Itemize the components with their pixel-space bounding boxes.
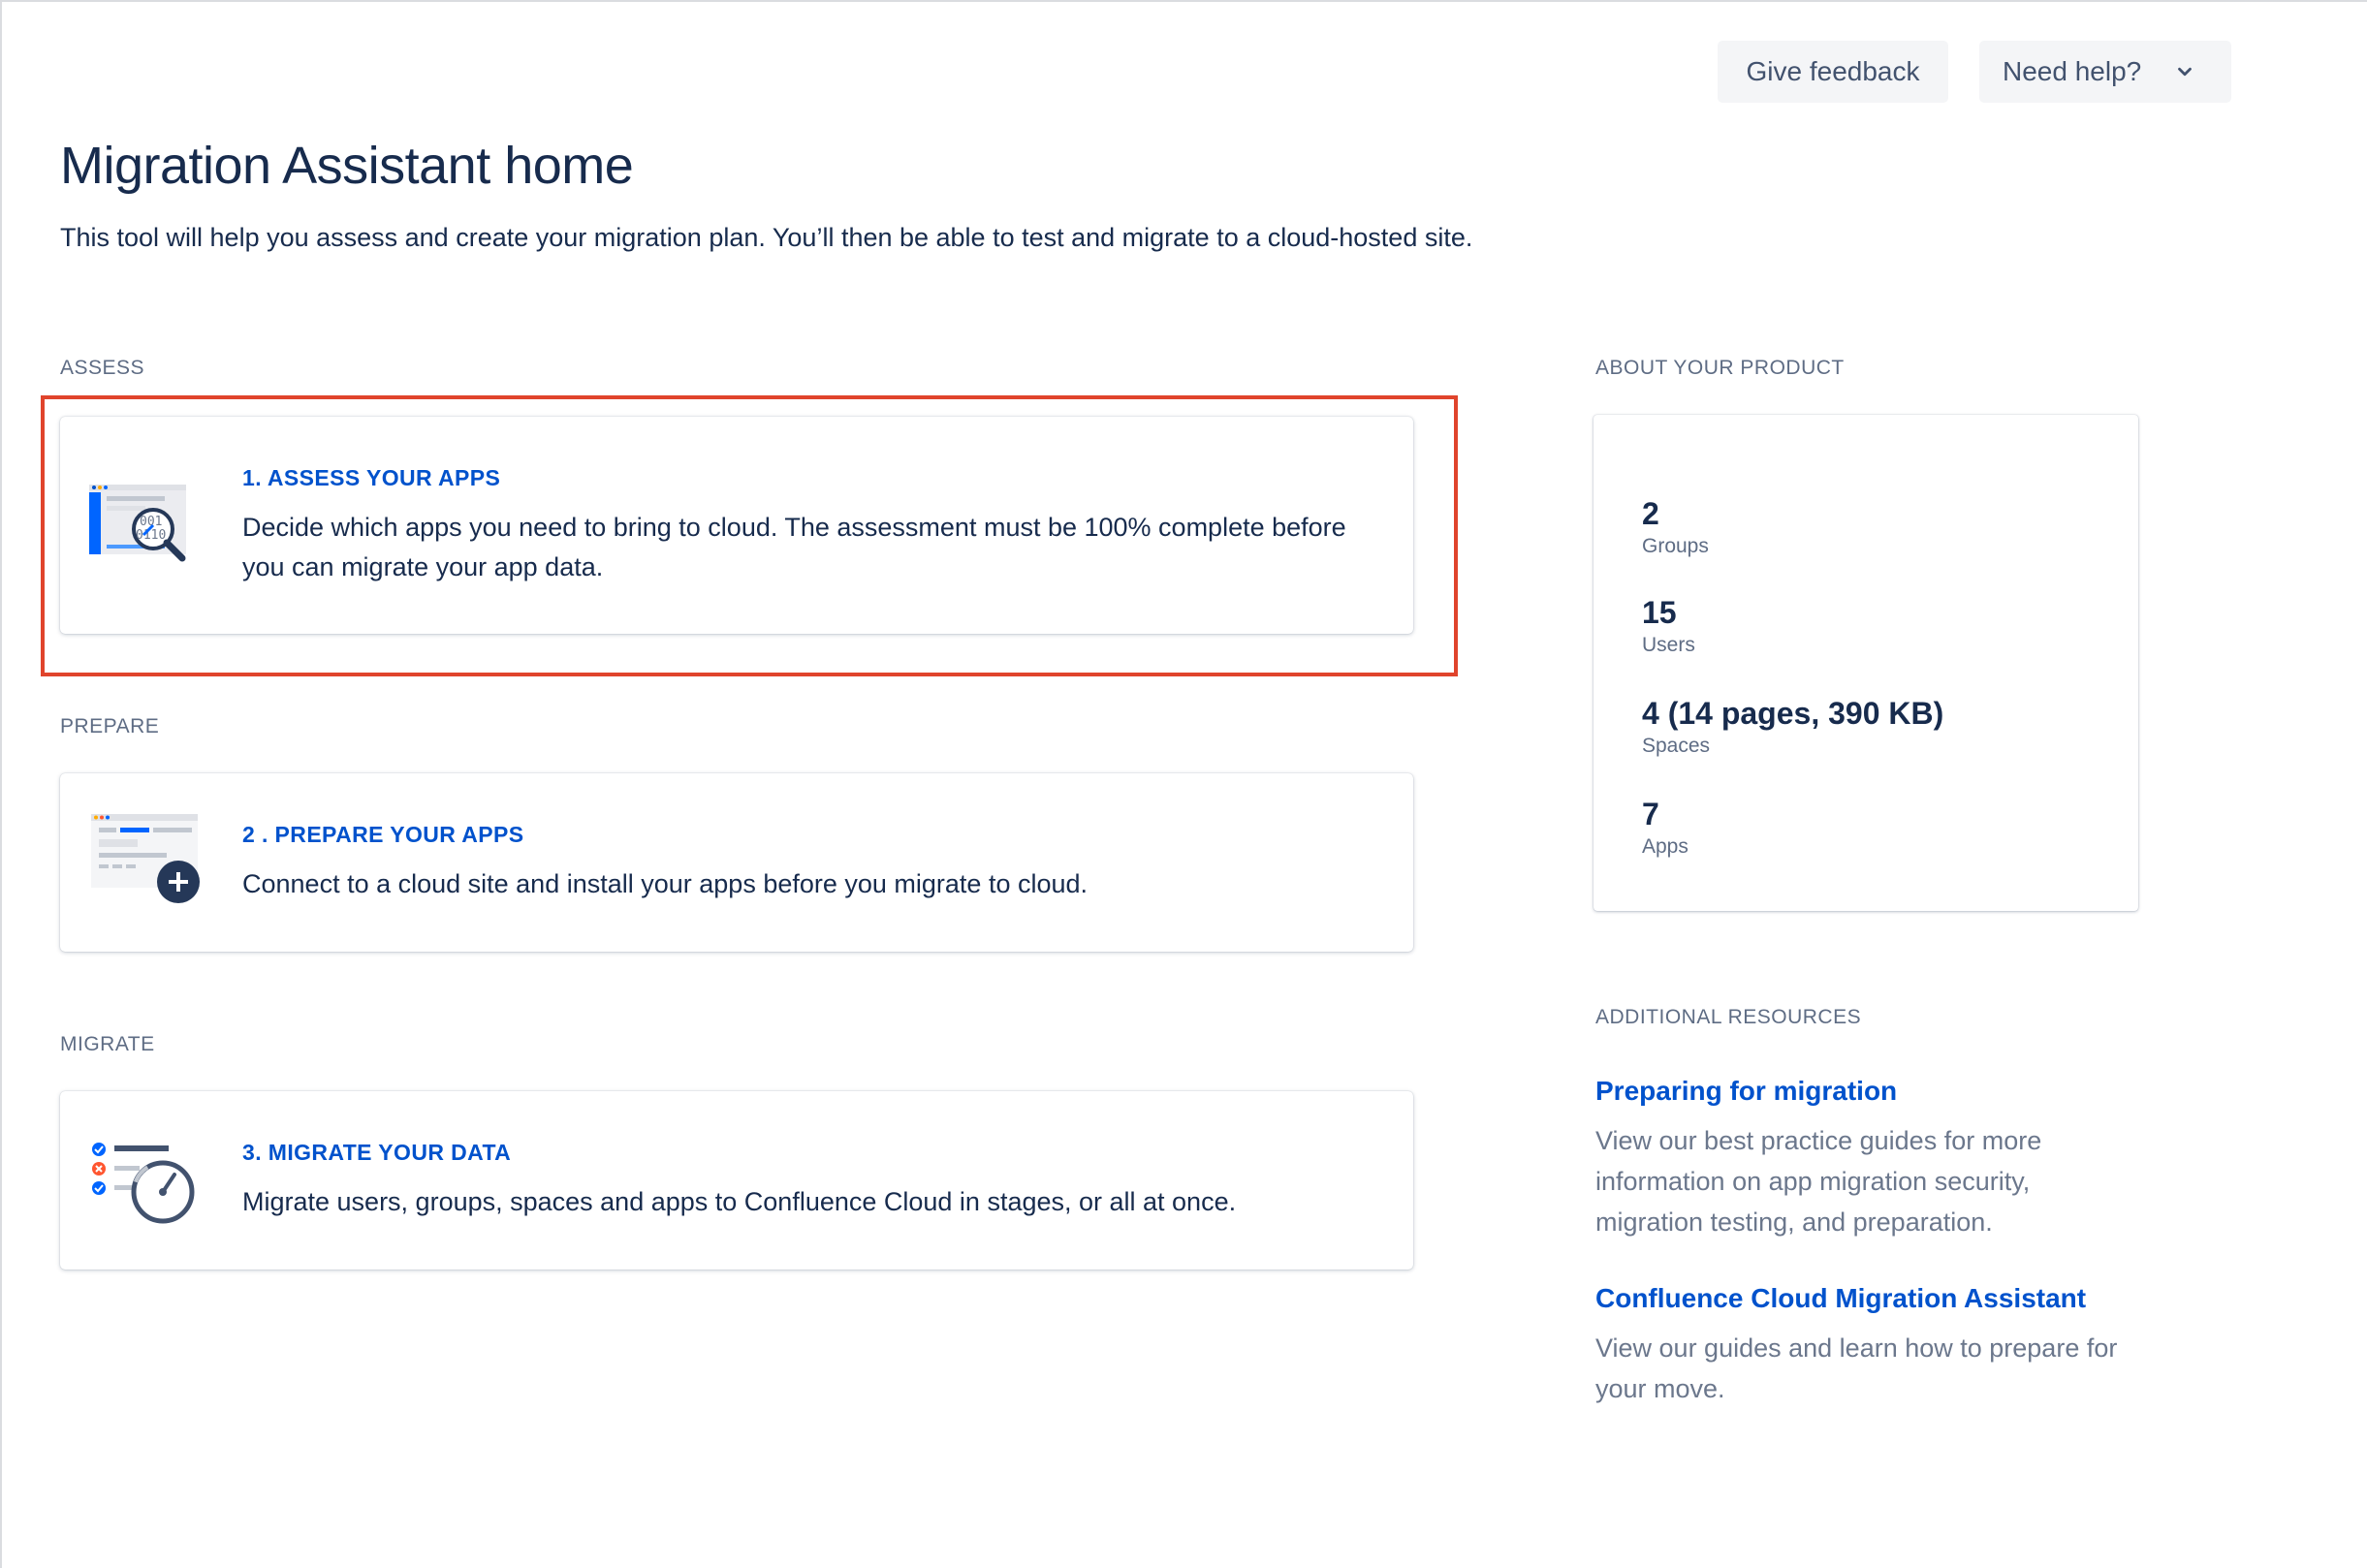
section-label-resources: ADDITIONAL RESOURCES — [1595, 1006, 1862, 1028]
resource-description: View our guides and learn how to prepare… — [1595, 1333, 2118, 1403]
stat-value: 4 (14 pages, 390 KB) — [1642, 696, 1944, 731]
product-stats-card: 2 Groups 15 Users 4 (14 pages, 390 KB) S… — [1594, 415, 2138, 911]
assess-apps-card[interactable]: 001 0110 1. ASSESS YOUR APPS Decide whic… — [60, 417, 1413, 634]
section-label-about: ABOUT YOUR PRODUCT — [1595, 357, 1845, 379]
stat-label: Groups — [1642, 535, 1709, 557]
page-description: This tool will help you assess and creat… — [60, 223, 1473, 252]
svg-text:0110: 0110 — [136, 528, 166, 543]
card-description: Migrate users, groups, spaces and apps t… — [242, 1187, 1237, 1216]
card-title[interactable]: 2 . PREPARE YOUR APPS — [242, 822, 523, 848]
give-feedback-button[interactable]: Give feedback — [1718, 41, 1948, 103]
section-label-prepare: PREPARE — [60, 715, 160, 737]
chevron-down-icon — [2178, 67, 2193, 77]
need-help-label: Need help? — [2003, 56, 2142, 86]
page-title: Migration Assistant home — [60, 137, 634, 195]
stat-label: Spaces — [1642, 735, 1711, 757]
stat-label: Apps — [1642, 835, 1688, 858]
prepare-apps-card[interactable]: 2 . PREPARE YOUR APPS Connect to a cloud… — [60, 773, 1413, 952]
add-app-icon — [91, 814, 200, 903]
stat-label: Users — [1642, 634, 1695, 656]
card-title[interactable]: 3. MIGRATE YOUR DATA — [242, 1140, 511, 1166]
card-title[interactable]: 1. ASSESS YOUR APPS — [242, 465, 500, 491]
card-description: Connect to a cloud site and install your… — [242, 869, 1089, 898]
stat-value: 2 — [1642, 496, 1659, 531]
checklist-gauge-icon — [92, 1143, 195, 1224]
section-label-migrate: MIGRATE — [60, 1033, 155, 1055]
need-help-button[interactable]: Need help? — [1979, 41, 2231, 103]
stat-value: 15 — [1642, 595, 1677, 630]
migrate-data-card[interactable]: 3. MIGRATE YOUR DATA Migrate users, grou… — [60, 1091, 1413, 1270]
magnifier-report-icon: 001 0110 — [89, 485, 186, 562]
stat-value: 7 — [1642, 797, 1659, 831]
resource-description: View our best practice guides for more i… — [1595, 1126, 2042, 1237]
section-label-assess: ASSESS — [60, 357, 145, 379]
card-description: Decide which apps you need to bring to c… — [242, 513, 1346, 581]
preparing-for-migration-link[interactable]: Preparing for migration — [1595, 1076, 1897, 1107]
confluence-cloud-migration-assistant-link[interactable]: Confluence Cloud Migration Assistant — [1595, 1283, 2086, 1314]
